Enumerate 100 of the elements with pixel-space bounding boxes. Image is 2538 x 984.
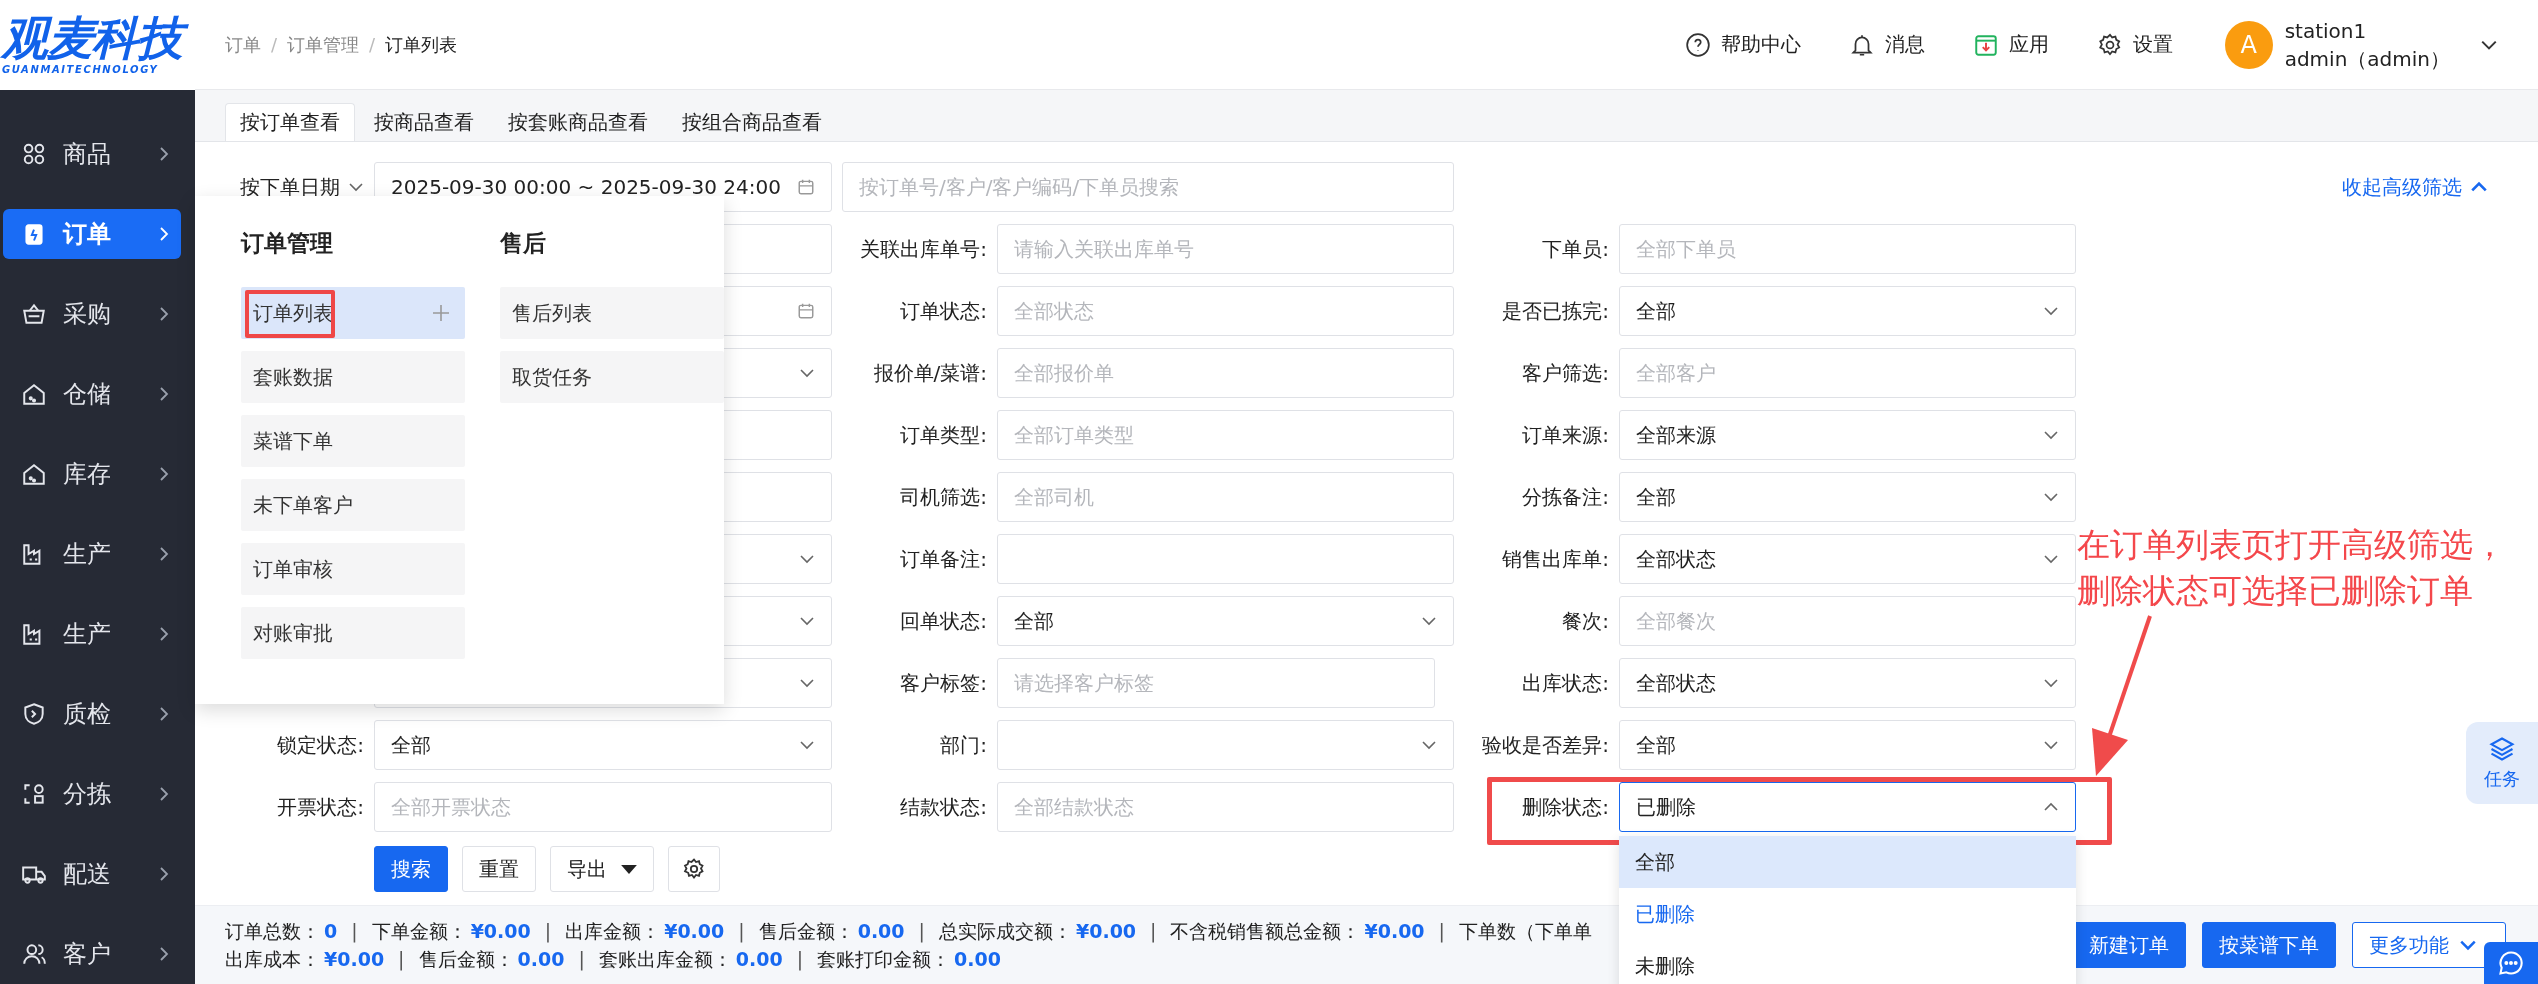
reset-button[interactable]: 重置	[462, 846, 536, 892]
settings-button[interactable]	[668, 846, 720, 892]
sidebar-item[interactable]: 质检	[3, 689, 181, 739]
field-label: 分拣备注:	[1521, 483, 1609, 511]
field-label: 验收是否差异:	[1481, 731, 1609, 759]
stat-label: 出库金额：	[565, 919, 661, 944]
chat-button[interactable]	[2484, 942, 2538, 984]
select-field[interactable]: 全部	[1619, 286, 2076, 336]
select-field[interactable]: 全部	[1619, 720, 2076, 770]
search-button[interactable]: 搜索	[374, 846, 448, 892]
chat-icon	[2497, 949, 2525, 977]
menu-item[interactable]: 菜谱下单	[241, 415, 465, 467]
chevron-down-icon	[799, 616, 815, 626]
stat-value: 0.00	[735, 947, 783, 972]
breadcrumb-link[interactable]: 订单	[225, 32, 261, 57]
menu-item[interactable]: 套账数据	[241, 351, 465, 403]
sidebar-item[interactable]: 采购	[3, 289, 181, 339]
field-label: 订单来源:	[1521, 421, 1609, 449]
menu-item[interactable]: 订单列表	[241, 287, 465, 339]
collapse-filter-link[interactable]: 收起高级筛选	[2342, 173, 2488, 201]
field-label: 餐次:	[1561, 607, 1609, 635]
stat-value: ¥0.00	[470, 919, 531, 944]
chevron-right-icon	[159, 386, 169, 402]
tab[interactable]: 按套账商品查看	[493, 103, 663, 141]
menu-item[interactable]: 取货任务	[500, 351, 724, 403]
chevron-down-icon	[1421, 740, 1437, 750]
chevron-down-icon	[2043, 740, 2059, 750]
header-action[interactable]: 设置	[2096, 31, 2173, 58]
sidebar-item[interactable]: 客户	[3, 929, 181, 979]
menu-item[interactable]: 订单审核	[241, 543, 465, 595]
stat-label: 套账打印金额：	[817, 947, 951, 972]
sidebar-item[interactable]: 库存	[3, 449, 181, 499]
date-type-select[interactable]: 按下单日期	[205, 173, 364, 201]
stat-value: 0	[324, 919, 338, 944]
chevron-down-icon	[799, 368, 815, 378]
stat-value: 0.00	[954, 947, 1001, 972]
menu-item[interactable]: 售后列表	[500, 287, 724, 339]
field-label: 订单类型:	[899, 421, 987, 449]
input-field[interactable]	[997, 534, 1454, 584]
sidebar-item[interactable]: 仓储	[3, 369, 181, 419]
dropdown-option[interactable]: 全部	[1619, 836, 2076, 888]
user-account: admin（admin）	[2284, 45, 2450, 73]
breadcrumb-separator: /	[271, 34, 278, 55]
sidebar-item[interactable]: 分拣	[3, 769, 181, 819]
chevron-right-icon	[159, 146, 169, 162]
task-button[interactable]: 任务	[2466, 722, 2538, 804]
more-button[interactable]: 更多功能	[2352, 922, 2506, 968]
select-field[interactable]: 全部状态	[1619, 534, 2076, 584]
header-action[interactable]: 应用	[1972, 31, 2049, 58]
chevron-down-icon	[2043, 678, 2059, 688]
select-field[interactable]: 全部来源	[1619, 410, 2076, 460]
select-field[interactable]: 全部	[997, 596, 1454, 646]
tab[interactable]: 按订单查看	[225, 103, 355, 141]
sidebar-item[interactable]: 生产	[3, 609, 181, 659]
sidebar-item[interactable]: 订单	[3, 209, 181, 259]
field-label: 删除状态:	[1521, 793, 1609, 821]
select-field[interactable]: 已删除	[1619, 782, 2076, 832]
field-label: 客户标签:	[899, 669, 987, 697]
chevron-right-icon	[159, 546, 169, 562]
action-button[interactable]: 按菜谱下单	[2202, 922, 2336, 968]
chevron-down-icon[interactable]	[2480, 38, 2498, 51]
chevron-down-icon	[348, 182, 364, 192]
stat-separator: |	[1150, 919, 1157, 944]
stat-label: 出库成本：	[225, 947, 320, 972]
shield-icon	[21, 701, 47, 727]
header-action[interactable]: 帮助中心	[1684, 31, 1801, 58]
breadcrumb-link[interactable]: 订单列表	[385, 32, 458, 57]
stat-label: 总实际成交额：	[938, 919, 1072, 944]
menu-group-title: 订单管理	[241, 229, 334, 258]
stat-label: 售后金额：	[418, 947, 514, 972]
stat-label: 订单总数：	[225, 919, 320, 944]
header-action[interactable]: 消息	[1848, 31, 1925, 58]
sidebar-item[interactable]: 生产	[3, 529, 181, 579]
chevron-down-icon	[799, 554, 815, 564]
sidebar-item[interactable]: 商品	[3, 129, 181, 179]
chevron-right-icon	[159, 306, 169, 322]
stat-value: 0.00	[517, 947, 565, 972]
select-field[interactable]: 全部	[374, 720, 832, 770]
select-field[interactable]: 全部	[1619, 472, 2076, 522]
settings-icon	[682, 857, 706, 881]
chevron-right-icon	[159, 706, 169, 722]
stat-label: 售后金额：	[758, 919, 854, 944]
tab[interactable]: 按组合商品查看	[667, 103, 837, 141]
select-field[interactable]: 全部状态	[1619, 658, 2076, 708]
settings-icon	[2096, 31, 2123, 58]
breadcrumb-link[interactable]: 订单管理	[287, 32, 360, 57]
tab[interactable]: 按商品查看	[359, 103, 489, 141]
stat-separator: |	[578, 947, 585, 972]
field-label: 部门:	[939, 731, 987, 759]
chevron-down-icon	[2043, 430, 2059, 440]
export-button[interactable]: 导出	[550, 846, 654, 892]
field-label: 开票状态:	[276, 793, 364, 821]
stat-value: ¥0.00	[324, 947, 385, 972]
menu-item[interactable]: 未下单客户	[241, 479, 465, 531]
stat-value: ¥0.00	[664, 919, 725, 944]
menu-item[interactable]: 对账审批	[241, 607, 465, 659]
field-label: 销售出库单:	[1501, 545, 1609, 573]
chevron-down-icon	[2043, 306, 2059, 316]
select-field[interactable]	[997, 720, 1454, 770]
sidebar-item[interactable]: 配送	[3, 849, 181, 899]
